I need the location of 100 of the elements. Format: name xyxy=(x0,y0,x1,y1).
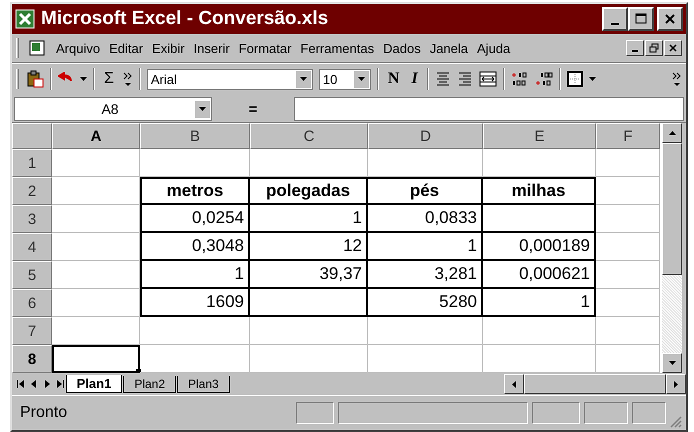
maximize-button[interactable] xyxy=(628,7,654,31)
horizontal-scrollbar[interactable] xyxy=(504,374,686,394)
column-header[interactable]: E xyxy=(483,123,596,149)
bold-button[interactable]: N xyxy=(384,70,402,88)
dropdown-arrow-icon[interactable] xyxy=(80,77,87,81)
table-cell: 0,000621 xyxy=(483,261,596,289)
row-header[interactable]: 7 xyxy=(12,317,52,345)
menu-item[interactable]: Editar xyxy=(109,40,144,56)
status-text: Pronto xyxy=(20,404,68,422)
menu-item[interactable]: Formatar xyxy=(238,40,292,56)
merge-center-icon[interactable] xyxy=(478,71,497,87)
close-button[interactable] xyxy=(657,7,683,31)
restore-button[interactable] xyxy=(645,40,663,56)
menu-item[interactable]: Arquivo xyxy=(56,40,100,56)
minimize-button[interactable] xyxy=(626,40,644,56)
more-icon[interactable] xyxy=(672,71,682,87)
scroll-down-button[interactable] xyxy=(662,353,682,373)
table-cell: metros xyxy=(140,177,250,205)
row-header[interactable]: 4 xyxy=(12,233,52,261)
row-header[interactable]: 8 xyxy=(12,345,52,373)
close-button[interactable] xyxy=(664,40,682,56)
minimize-icon xyxy=(632,50,638,52)
dropdown-arrow-icon xyxy=(199,107,206,111)
paste-icon[interactable] xyxy=(26,70,44,88)
status-panel xyxy=(532,402,580,424)
left-arrow-icon xyxy=(512,380,516,388)
status-panel xyxy=(632,402,666,424)
menu-item[interactable]: Inserir xyxy=(194,40,230,56)
font-dropdown[interactable]: Arial xyxy=(146,68,313,90)
table-cell: 1 xyxy=(483,289,596,317)
up-arrow-icon xyxy=(668,131,676,135)
sheet-tab[interactable]: Plan3 xyxy=(177,376,230,392)
font-size-dropdown[interactable]: 10 xyxy=(318,68,371,90)
minimize-button[interactable] xyxy=(602,7,628,31)
menu-item[interactable]: Janela xyxy=(430,40,468,56)
dropdown-arrow-icon xyxy=(300,77,307,81)
dropdown-arrow-icon xyxy=(358,77,365,81)
scroll-thumb[interactable] xyxy=(524,374,666,394)
scroll-thumb[interactable] xyxy=(662,143,682,275)
sheet-tab[interactable]: Plan2 xyxy=(123,376,176,392)
table-cell: 39,37 xyxy=(250,261,368,289)
align-right-icon[interactable] xyxy=(456,72,473,86)
down-arrow-icon xyxy=(668,361,676,365)
borders-icon[interactable] xyxy=(566,71,583,87)
align-center-icon[interactable] xyxy=(434,72,451,86)
workbook-icon[interactable] xyxy=(29,39,47,57)
scroll-right-button[interactable] xyxy=(666,374,686,394)
spreadsheet-icon xyxy=(15,9,35,29)
column-header[interactable]: C xyxy=(250,123,368,149)
resize-grip-icon[interactable] xyxy=(670,416,682,428)
grip-handle[interactable] xyxy=(16,38,20,58)
column-header[interactable]: B xyxy=(140,123,250,149)
table-cell: 0,0833 xyxy=(368,205,483,233)
table-cell: 1 xyxy=(250,205,368,233)
table-cell: 1 xyxy=(368,233,483,261)
window-title: Microsoft Excel - Conversão.xls xyxy=(41,8,328,30)
table-cell xyxy=(596,149,660,177)
table-cell: 5280 xyxy=(368,289,483,317)
italic-button[interactable]: I xyxy=(408,70,421,88)
close-icon xyxy=(664,13,676,25)
row-header[interactable]: 5 xyxy=(12,261,52,289)
restore-icon xyxy=(649,43,659,53)
row-header[interactable]: 1 xyxy=(12,149,52,177)
row-header[interactable]: 2 xyxy=(12,177,52,205)
table-cell: 3,281 xyxy=(368,261,483,289)
select-all-button[interactable] xyxy=(12,123,52,149)
scroll-left-button[interactable] xyxy=(504,374,524,394)
formula-input[interactable] xyxy=(294,97,684,121)
more-icon[interactable] xyxy=(122,71,133,87)
sheet-tab[interactable]: Plan1 xyxy=(66,375,122,393)
column-header[interactable]: A xyxy=(52,123,140,149)
name-box[interactable]: A8 xyxy=(14,97,212,121)
dropdown-arrow-icon[interactable] xyxy=(588,77,596,81)
grip-handle[interactable] xyxy=(16,69,20,89)
column-header[interactable]: F xyxy=(596,123,660,149)
maximize-icon xyxy=(635,13,647,25)
table-cell: 12 xyxy=(250,233,368,261)
increase-decimal-icon[interactable] xyxy=(510,71,529,87)
first-sheet-icon[interactable] xyxy=(14,377,26,391)
status-panel xyxy=(584,402,628,424)
table-cell: pés xyxy=(368,177,483,205)
menu-item[interactable]: Dados xyxy=(383,40,421,56)
menu-item[interactable]: Ajuda xyxy=(477,40,510,56)
row-header[interactable]: 3 xyxy=(12,205,52,233)
vertical-scrollbar[interactable] xyxy=(662,123,682,373)
right-arrow-icon xyxy=(674,380,678,388)
table-cell xyxy=(596,345,660,373)
decrease-decimal-icon[interactable] xyxy=(534,71,553,87)
table-cell xyxy=(596,317,660,345)
row-header[interactable]: 6 xyxy=(12,289,52,317)
status-panel xyxy=(296,402,334,424)
menu-item[interactable]: Ferramentas xyxy=(300,40,374,56)
column-header[interactable]: D xyxy=(368,123,483,149)
close-icon xyxy=(668,43,678,53)
scroll-up-button[interactable] xyxy=(662,123,682,143)
autosum-button[interactable]: Σ xyxy=(101,70,117,88)
formula-equals-button[interactable]: = xyxy=(214,100,292,118)
table-cell: milhas xyxy=(483,177,596,205)
menu-item[interactable]: Exibir xyxy=(152,40,185,56)
table-cell: polegadas xyxy=(250,177,368,205)
